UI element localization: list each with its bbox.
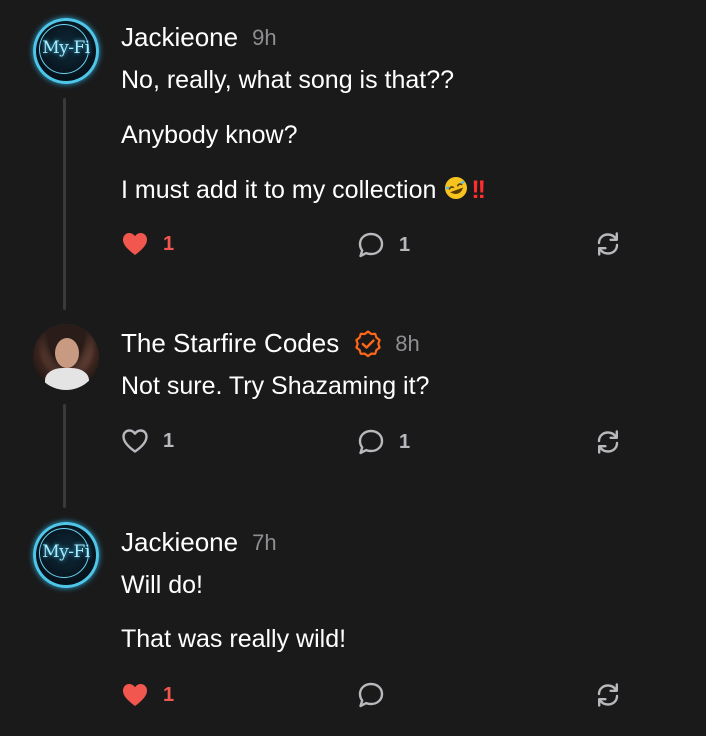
like-button[interactable]: 1 (121, 682, 174, 708)
restack-icon (597, 430, 619, 454)
comment-text: Not sure. Try Shazaming it? (121, 372, 430, 400)
author-name[interactable]: Jackieone (121, 527, 238, 558)
author-name[interactable]: Jackieone (121, 22, 238, 53)
timestamp[interactable]: 9h (252, 25, 276, 51)
thread-line (63, 98, 66, 310)
reply-button[interactable]: 1 (357, 428, 410, 456)
heart-icon (123, 684, 147, 706)
restack-button[interactable] (594, 428, 622, 456)
restack-button[interactable] (594, 230, 622, 258)
restack-icon (597, 683, 619, 707)
like-count: 1 (163, 683, 175, 706)
verified-badge-icon (355, 329, 381, 357)
comment-header: Jackieone 7h (121, 527, 277, 558)
restack-icon (597, 232, 619, 256)
avatar[interactable]: My-Fi (33, 522, 99, 588)
like-count: 1 (163, 232, 175, 255)
speech-bubble-icon (358, 429, 384, 455)
reply-button[interactable] (357, 681, 385, 709)
avatar[interactable]: My-Fi (33, 18, 99, 84)
heart-icon (122, 429, 148, 453)
timestamp[interactable]: 7h (252, 530, 276, 556)
heart-icon (123, 233, 147, 255)
reply-count: 1 (399, 233, 411, 256)
double-exclamation-icon: !! (471, 176, 486, 204)
timestamp[interactable]: 8h (395, 331, 419, 357)
reply-button[interactable]: 1 (357, 231, 410, 259)
speech-bubble-icon (358, 682, 384, 708)
rofl-emoji-icon (443, 175, 469, 208)
comment-text: No, really, what song is that?? (121, 66, 455, 94)
reply-count: 1 (399, 430, 411, 453)
comment-header: Jackieone 9h (121, 22, 277, 53)
comment-text: Will do! (121, 571, 203, 599)
like-count: 1 (163, 429, 175, 452)
speech-bubble-icon (358, 232, 384, 258)
comment-text: I must add it to my collection (121, 176, 437, 204)
comment-text-line: I must add it to my collection !! (121, 175, 486, 208)
author-name[interactable]: The Starfire Codes (121, 328, 339, 359)
comment-text: That was really wild! (121, 625, 347, 653)
like-button[interactable]: 1 (121, 231, 174, 257)
comment-text: Anybody know? (121, 121, 298, 149)
avatar-logo-text: My-Fi (42, 38, 90, 58)
restack-button[interactable] (594, 681, 622, 709)
avatar-logo-text: My-Fi (42, 542, 90, 562)
like-button[interactable]: 1 (121, 428, 174, 454)
avatar[interactable] (33, 324, 99, 390)
thread-line (63, 404, 66, 508)
comment-header: The Starfire Codes 8h (121, 328, 420, 359)
